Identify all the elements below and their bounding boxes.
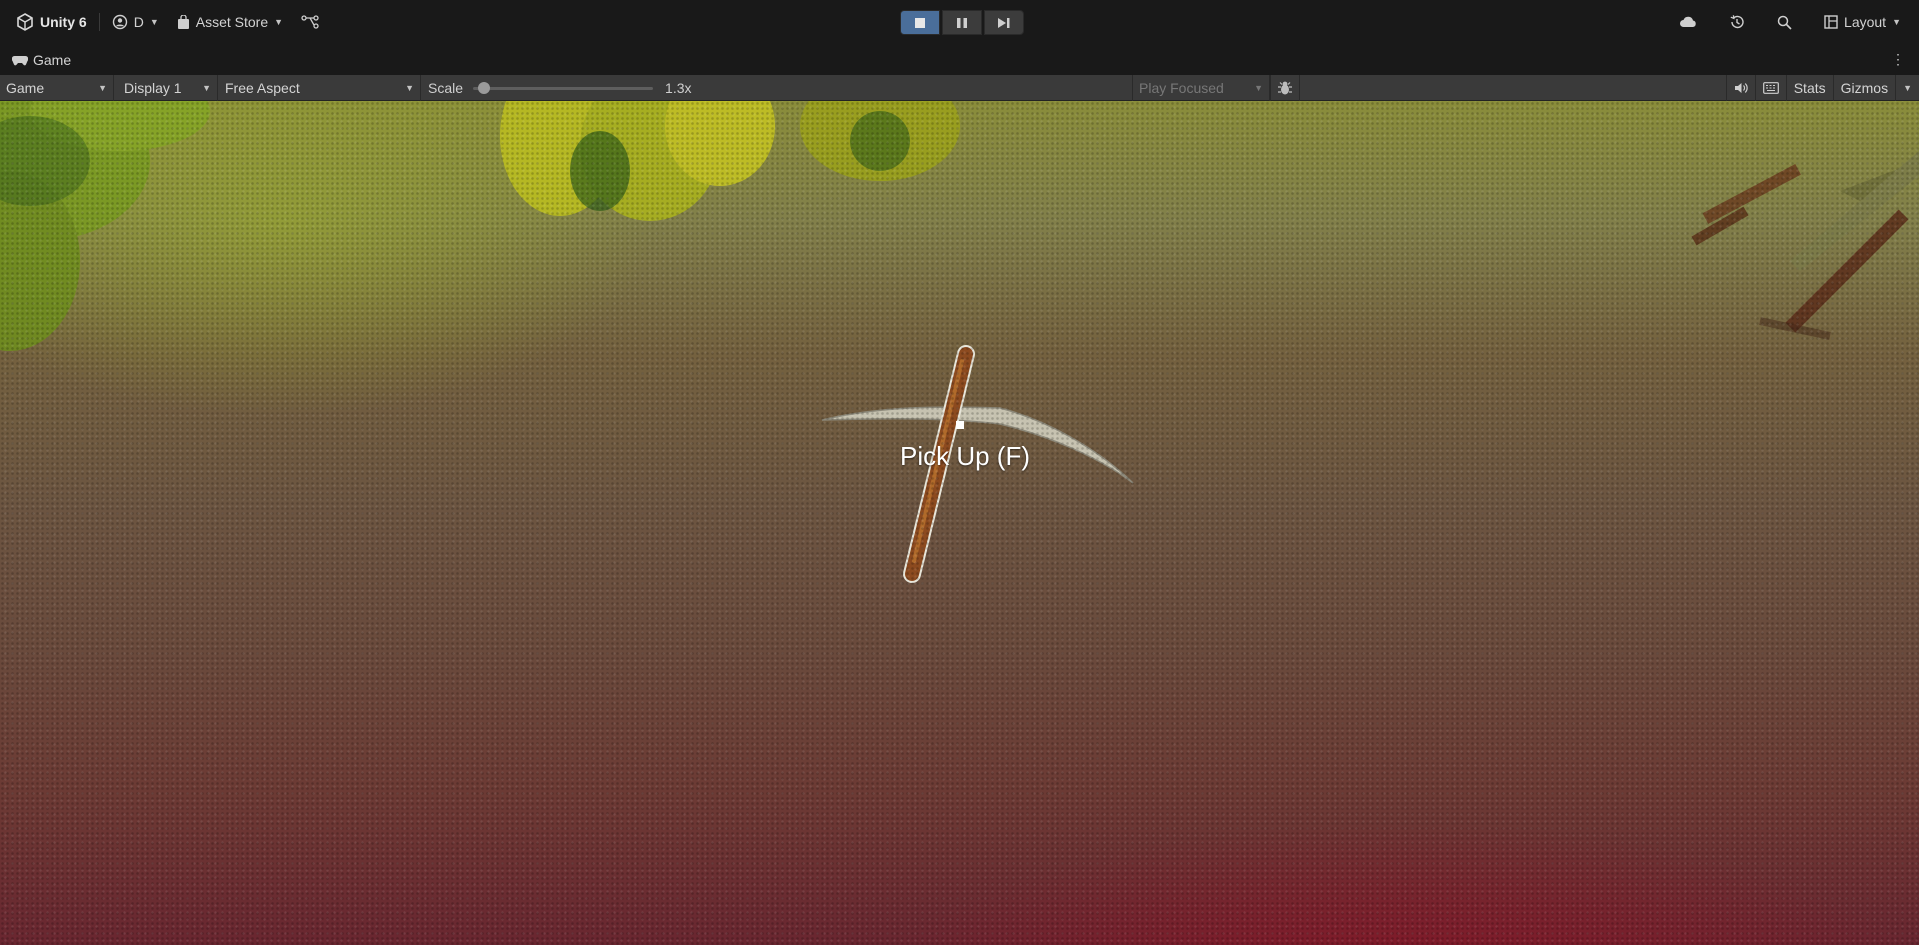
interaction-prompt: Pick Up (F) [900,441,1030,471]
history-button[interactable] [1723,8,1751,36]
main-toolbar: Unity 6 D ▼ Asset Store ▼ Layout ▼ [0,0,1919,44]
chevron-down-icon: ▼ [274,17,284,27]
aspect-dropdown[interactable]: Free Aspect ▼ [219,75,421,101]
chevron-down-icon: ▼ [1254,83,1263,93]
scale-label: Scale [428,80,464,96]
account-dropdown[interactable]: D ▼ [106,8,165,36]
pause-icon [957,17,967,28]
step-button[interactable] [984,10,1024,35]
dither-overlay-highlight [0,101,1919,945]
more-options-icon[interactable]: ⋮ [1891,51,1905,68]
chevron-down-icon: ▼ [149,17,159,27]
account-label: D [133,14,144,30]
scale-slider[interactable] [473,81,654,94]
asset-store-dropdown[interactable]: Asset Store ▼ [171,8,289,36]
speaker-icon [1734,82,1748,94]
gizmos-button[interactable]: Gizmos [1832,75,1895,101]
scale-control: Scale 1.3x [428,75,692,101]
tab-game[interactable]: Game [12,52,71,68]
cloud-button[interactable] [1673,8,1703,36]
pause-button[interactable] [942,10,982,35]
play-mode-dropdown[interactable]: Play Focused ▼ [1132,75,1270,101]
version-control-icon [301,15,319,29]
search-button[interactable] [1771,8,1798,36]
chevron-down-icon: ▼ [98,83,107,93]
stats-label: Stats [1793,80,1826,96]
asset-store-label: Asset Store [195,14,269,30]
game-view-toolbar: Game ▼ Display 1 ▼ Free Aspect ▼ Scale 1… [0,75,1919,101]
view-mode-label: Game [6,80,45,96]
mute-audio-button[interactable] [1725,75,1755,101]
gizmos-dropdown[interactable]: ▼ [1895,75,1919,101]
app-name: Unity 6 [40,14,87,30]
history-icon [1729,14,1745,30]
shortcut-button[interactable] [1754,75,1786,101]
scale-slider-handle[interactable] [478,81,491,94]
crosshair [956,421,964,429]
version-control-button[interactable] [295,8,325,36]
stop-icon [915,17,925,28]
unity-logo-icon [16,13,34,31]
stats-button[interactable]: Stats [1785,75,1833,101]
gamepad-icon [12,55,28,66]
debug-button[interactable] [1270,75,1300,101]
chevron-down-icon: ▼ [405,83,414,93]
bag-icon [177,14,190,30]
toolbar-divider [98,13,100,31]
account-icon [112,14,128,30]
layout-icon [1824,15,1838,29]
search-icon [1777,15,1792,30]
chevron-down-icon: ▼ [1892,17,1901,27]
tab-label: Game [33,52,72,68]
play-mode-label: Play Focused [1139,80,1224,96]
bug-icon [1277,80,1293,96]
aspect-label: Free Aspect [225,80,300,96]
cloud-icon [1679,16,1697,28]
chevron-down-icon: ▼ [1903,83,1912,93]
scale-value: 1.3x [665,80,692,96]
game-viewport[interactable]: Pick Up (F) [0,101,1919,945]
display-dropdown[interactable]: Display 1 ▼ [118,75,218,101]
layout-dropdown[interactable]: Layout ▼ [1818,8,1907,36]
view-mode-dropdown[interactable]: Game ▼ [0,75,114,101]
tab-bar: Game ⋮ [0,48,1919,74]
display-label: Display 1 [124,80,182,96]
step-icon [998,17,1010,28]
chevron-down-icon: ▼ [202,83,211,93]
keyboard-icon [1762,82,1779,94]
gizmos-label: Gizmos [1840,80,1889,96]
unity-logo-button[interactable]: Unity 6 [10,8,93,36]
layout-label: Layout [1844,14,1887,30]
play-button[interactable] [900,10,940,35]
playmode-controls [900,10,1024,35]
